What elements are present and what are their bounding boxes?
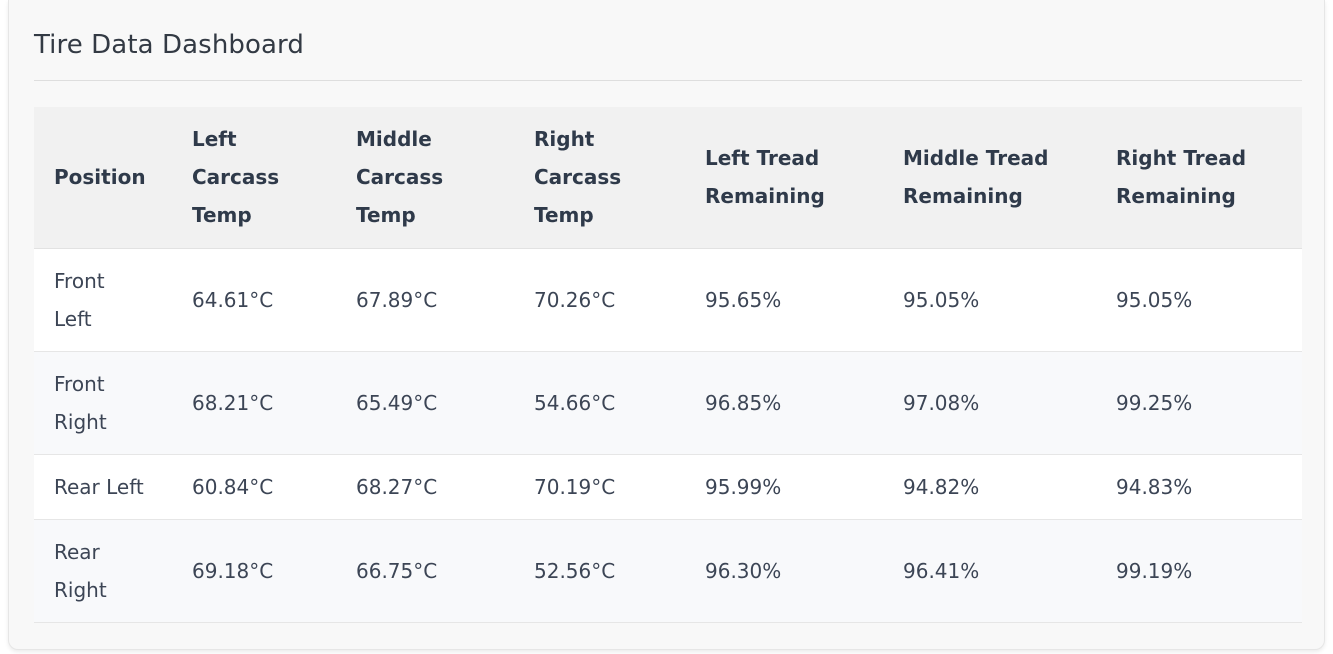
cell-middle-carcass-temp: 68.27°C xyxy=(336,454,514,520)
cell-middle-carcass-temp: 65.49°C xyxy=(336,351,514,455)
column-header-right-carcass-temp: Right Carcass Temp xyxy=(514,107,685,249)
cell-position: Front Right xyxy=(34,351,172,455)
page-title: Tire Data Dashboard xyxy=(34,30,304,60)
cell-middle-tread-remaining: 95.05% xyxy=(883,248,1096,352)
table-row: Rear Right 69.18°C 66.75°C 52.56°C 96.30… xyxy=(34,519,1302,623)
dashboard-card: Tire Data Dashboard Position Left Carcas… xyxy=(8,0,1325,650)
cell-left-tread-remaining: 95.65% xyxy=(685,248,883,352)
cell-right-carcass-temp: 70.26°C xyxy=(514,248,685,352)
cell-right-carcass-temp: 52.56°C xyxy=(514,519,685,623)
table-row: Rear Left 60.84°C 68.27°C 70.19°C 95.99%… xyxy=(34,454,1302,520)
cell-left-tread-remaining: 96.30% xyxy=(685,519,883,623)
cell-middle-tread-remaining: 94.82% xyxy=(883,454,1096,520)
cell-right-tread-remaining: 99.19% xyxy=(1096,519,1302,623)
cell-left-carcass-temp: 60.84°C xyxy=(172,454,336,520)
cell-right-carcass-temp: 54.66°C xyxy=(514,351,685,455)
column-header-position: Position xyxy=(34,107,172,249)
table-header-row: Position Left Carcass Temp Middle Carcas… xyxy=(34,107,1302,249)
column-header-middle-tread-remaining: Middle Tread Remaining xyxy=(883,107,1096,249)
cell-left-carcass-temp: 64.61°C xyxy=(172,248,336,352)
cell-right-tread-remaining: 95.05% xyxy=(1096,248,1302,352)
cell-left-carcass-temp: 69.18°C xyxy=(172,519,336,623)
cell-middle-carcass-temp: 67.89°C xyxy=(336,248,514,352)
cell-left-tread-remaining: 96.85% xyxy=(685,351,883,455)
table-row: Front Right 68.21°C 65.49°C 54.66°C 96.8… xyxy=(34,351,1302,455)
column-header-left-carcass-temp: Left Carcass Temp xyxy=(172,107,336,249)
column-header-middle-carcass-temp: Middle Carcass Temp xyxy=(336,107,514,249)
cell-position: Rear Right xyxy=(34,519,172,623)
cell-middle-carcass-temp: 66.75°C xyxy=(336,519,514,623)
tire-data-table: Position Left Carcass Temp Middle Carcas… xyxy=(34,107,1302,623)
cell-middle-tread-remaining: 97.08% xyxy=(883,351,1096,455)
cell-right-carcass-temp: 70.19°C xyxy=(514,454,685,520)
cell-middle-tread-remaining: 96.41% xyxy=(883,519,1096,623)
cell-right-tread-remaining: 99.25% xyxy=(1096,351,1302,455)
table-row: Front Left 64.61°C 67.89°C 70.26°C 95.65… xyxy=(34,248,1302,352)
column-header-right-tread-remaining: Right Tread Remaining xyxy=(1096,107,1302,249)
cell-right-tread-remaining: 94.83% xyxy=(1096,454,1302,520)
cell-left-tread-remaining: 95.99% xyxy=(685,454,883,520)
cell-position: Front Left xyxy=(34,248,172,352)
cell-position: Rear Left xyxy=(34,454,172,520)
cell-left-carcass-temp: 68.21°C xyxy=(172,351,336,455)
title-divider xyxy=(34,80,1302,81)
column-header-left-tread-remaining: Left Tread Remaining xyxy=(685,107,883,249)
